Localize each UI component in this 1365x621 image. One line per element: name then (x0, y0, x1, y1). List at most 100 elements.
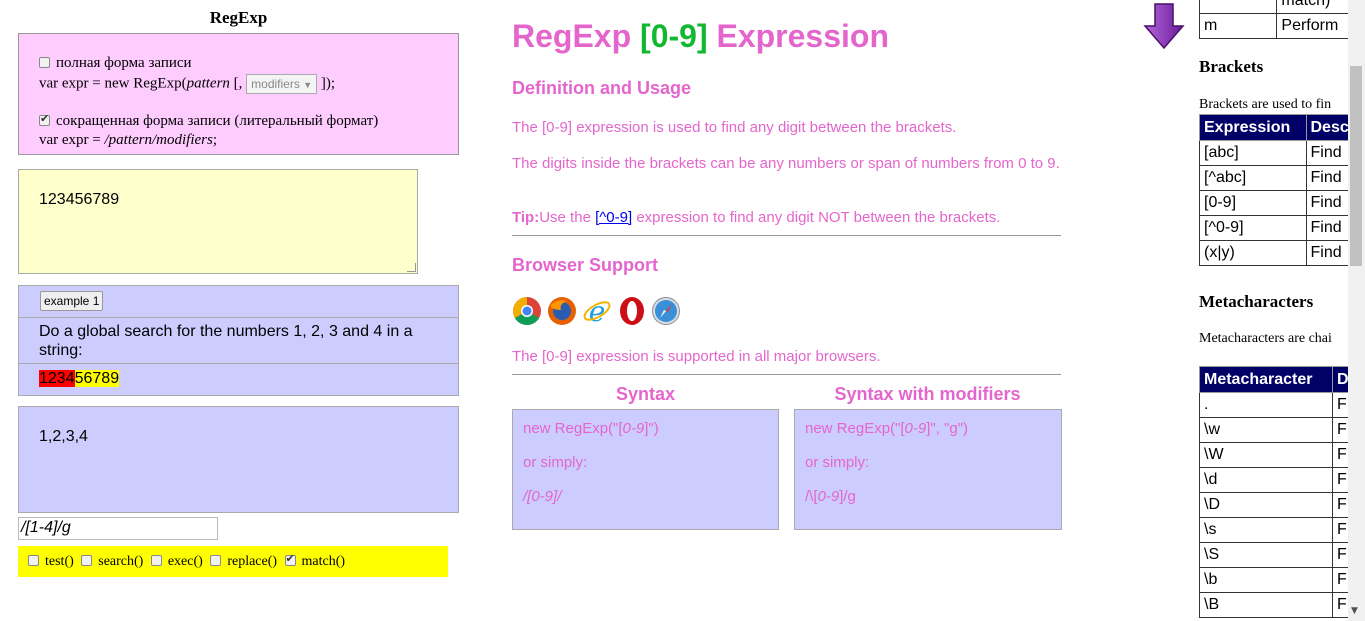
table-row: \w F (1199, 417, 1362, 443)
table-row: m Perform (1198, 13, 1365, 39)
brackets-table: Expression Desc [abc] Find [^abc] Find [0-… (1199, 114, 1365, 266)
syntax-param: 0-9 (904, 420, 927, 437)
metacharacters-table: Metacharacter D .F \w F \W F \d F \D F \s F \… (1199, 366, 1362, 618)
table-row: (x|y) Find (1199, 240, 1365, 266)
method-label: match() (301, 554, 346, 569)
syntax-mod-line-1: new RegExp("[0-9]", "g") (805, 420, 1051, 454)
method-test-checkbox[interactable] (28, 555, 39, 566)
syntax-or: or simply: (523, 454, 588, 471)
syntax-text: ]/ (553, 488, 562, 505)
syntax-form-panel: полная форма записи var expr = new RegEx… (18, 33, 459, 155)
title-text: RegExp (512, 18, 641, 54)
svg-text:e: e (589, 296, 606, 326)
rest-highlight: 56789 (74, 370, 120, 387)
method-match-checkbox[interactable] (284, 552, 296, 566)
safari-icon (652, 297, 680, 325)
output-panel: 1,2,3,4 (18, 406, 459, 513)
method-replace[interactable]: replace() (210, 554, 277, 569)
table-header-row: Expression Desc (1199, 114, 1365, 141)
metacharacters-heading: Metacharacters (1199, 292, 1314, 311)
test-string-textarea[interactable]: 123456789 (18, 169, 418, 274)
output-value: 1,2,3,4 (39, 428, 88, 445)
result-highlight: 123456789 (18, 363, 459, 396)
table-row: .F (1199, 392, 1362, 418)
method-exec-checkbox[interactable] (150, 555, 162, 566)
syntax-param: 0-9 (531, 488, 554, 505)
syntax-text: ]", "g") (926, 420, 969, 437)
table-cell: \S (1199, 542, 1333, 568)
modifiers-select[interactable]: modifiers ▼ (246, 74, 318, 94)
modifiers-select-value: modifiers (251, 77, 300, 91)
method-search[interactable]: search() (81, 554, 143, 569)
table-cell: [^abc] (1199, 165, 1307, 191)
tip-text: expression to find any digit NOT between… (632, 209, 1001, 226)
example-1-button[interactable]: example 1 (40, 291, 104, 311)
tip-text: Use the (539, 209, 596, 226)
brackets-heading: Brackets (1199, 57, 1264, 76)
method-search-checkbox[interactable] (81, 555, 93, 566)
table-cell: (x|y) (1199, 240, 1307, 266)
short-form-checkbox[interactable] (39, 112, 50, 126)
table-row: [^abc] Find (1199, 165, 1365, 191)
divider (512, 374, 1061, 375)
syntax-heading: Syntax (615, 384, 676, 404)
definition-paragraph-1: The [0-9] expression is used to find any… (512, 119, 957, 136)
syntax-box: new RegExp("[0-9]") or simply: /[0-9]/ (512, 409, 779, 530)
regex-input[interactable]: /[1-4]/g (18, 517, 218, 540)
table-row: \s F (1199, 517, 1362, 543)
column-header: Metacharacter (1199, 366, 1333, 393)
full-form-code: var expr = new RegExp(pattern [, modifie… (39, 74, 335, 94)
column-header: Expression (1199, 114, 1307, 141)
vertical-scrollbar[interactable]: ▼ (1348, 0, 1365, 621)
method-exec[interactable]: exec() (150, 554, 203, 569)
full-form-label: полная форма записи (56, 55, 192, 71)
syntax-text: new RegExp("[ (523, 420, 623, 437)
syntax-line-2: /[0-9]/ (523, 488, 768, 522)
table-cell: [abc] (1199, 140, 1307, 166)
method-test[interactable]: test() (28, 554, 74, 569)
table-row: \S F (1199, 542, 1362, 568)
resize-handle-icon[interactable] (407, 263, 416, 272)
code-pattern: /pattern/modifiers (104, 132, 213, 148)
methods-bar: test() search() exec() replace() match() (18, 546, 448, 577)
table-row: \D F (1199, 492, 1362, 518)
table-row: [abc] Find (1199, 140, 1365, 166)
code-text: var expr = (39, 132, 105, 148)
example-description-text: Do a global search for the numbers 1, 2,… (39, 323, 413, 359)
table-header-row: Metacharacter D (1199, 366, 1362, 393)
code-text: ]); (317, 75, 336, 92)
regex-input-value: /[1-4]/g (21, 519, 71, 536)
tip-link[interactable]: [^0-9] (595, 209, 632, 226)
code-text: var expr = new RegExp( (39, 75, 187, 92)
chevron-down-icon: ▼ (303, 80, 313, 90)
syntax-or: or simply: (805, 454, 870, 471)
browser-support-text: The [0-9] expression is supported in all… (512, 348, 881, 365)
table-row: [0-9] Find (1199, 190, 1365, 216)
firefox-icon (548, 297, 576, 325)
method-label: test() (45, 554, 74, 569)
table-cell: [0-9] (1199, 190, 1307, 216)
arrow-down-icon[interactable] (1143, 2, 1185, 50)
browser-support-heading: Browser Support (512, 255, 659, 275)
syntax-mod-line-2: /\[0-9]/g (805, 488, 1051, 522)
table-cell: \s (1199, 517, 1333, 543)
table-cell: \W (1199, 442, 1333, 468)
example-bar: example 1 (18, 285, 459, 318)
scroll-down-arrow-icon[interactable]: ▼ (1351, 606, 1358, 616)
table-row: \d F (1199, 467, 1362, 493)
syntax-modifiers-box: new RegExp("[0-9]", "g") or simply: /\[0… (794, 409, 1062, 530)
tip-label: Tip: (512, 209, 540, 226)
short-form-label: сокращенная форма записи (литеральный фо… (56, 113, 379, 129)
syntax-text: new RegExp("[ (805, 420, 905, 437)
full-form-checkbox[interactable] (39, 57, 50, 68)
table-row: [^0-9] Find (1199, 215, 1365, 241)
method-replace-checkbox[interactable] (210, 555, 222, 566)
opera-icon (620, 297, 644, 325)
full-form-row: полная форма записи (39, 55, 192, 72)
method-match[interactable]: match() (284, 552, 346, 569)
table-cell (1198, 0, 1278, 14)
table-cell: [^0-9] (1199, 215, 1307, 241)
syntax-text: /\[ (805, 488, 818, 505)
method-label: exec() (167, 554, 203, 569)
scrollbar-thumb[interactable] (1350, 66, 1362, 266)
